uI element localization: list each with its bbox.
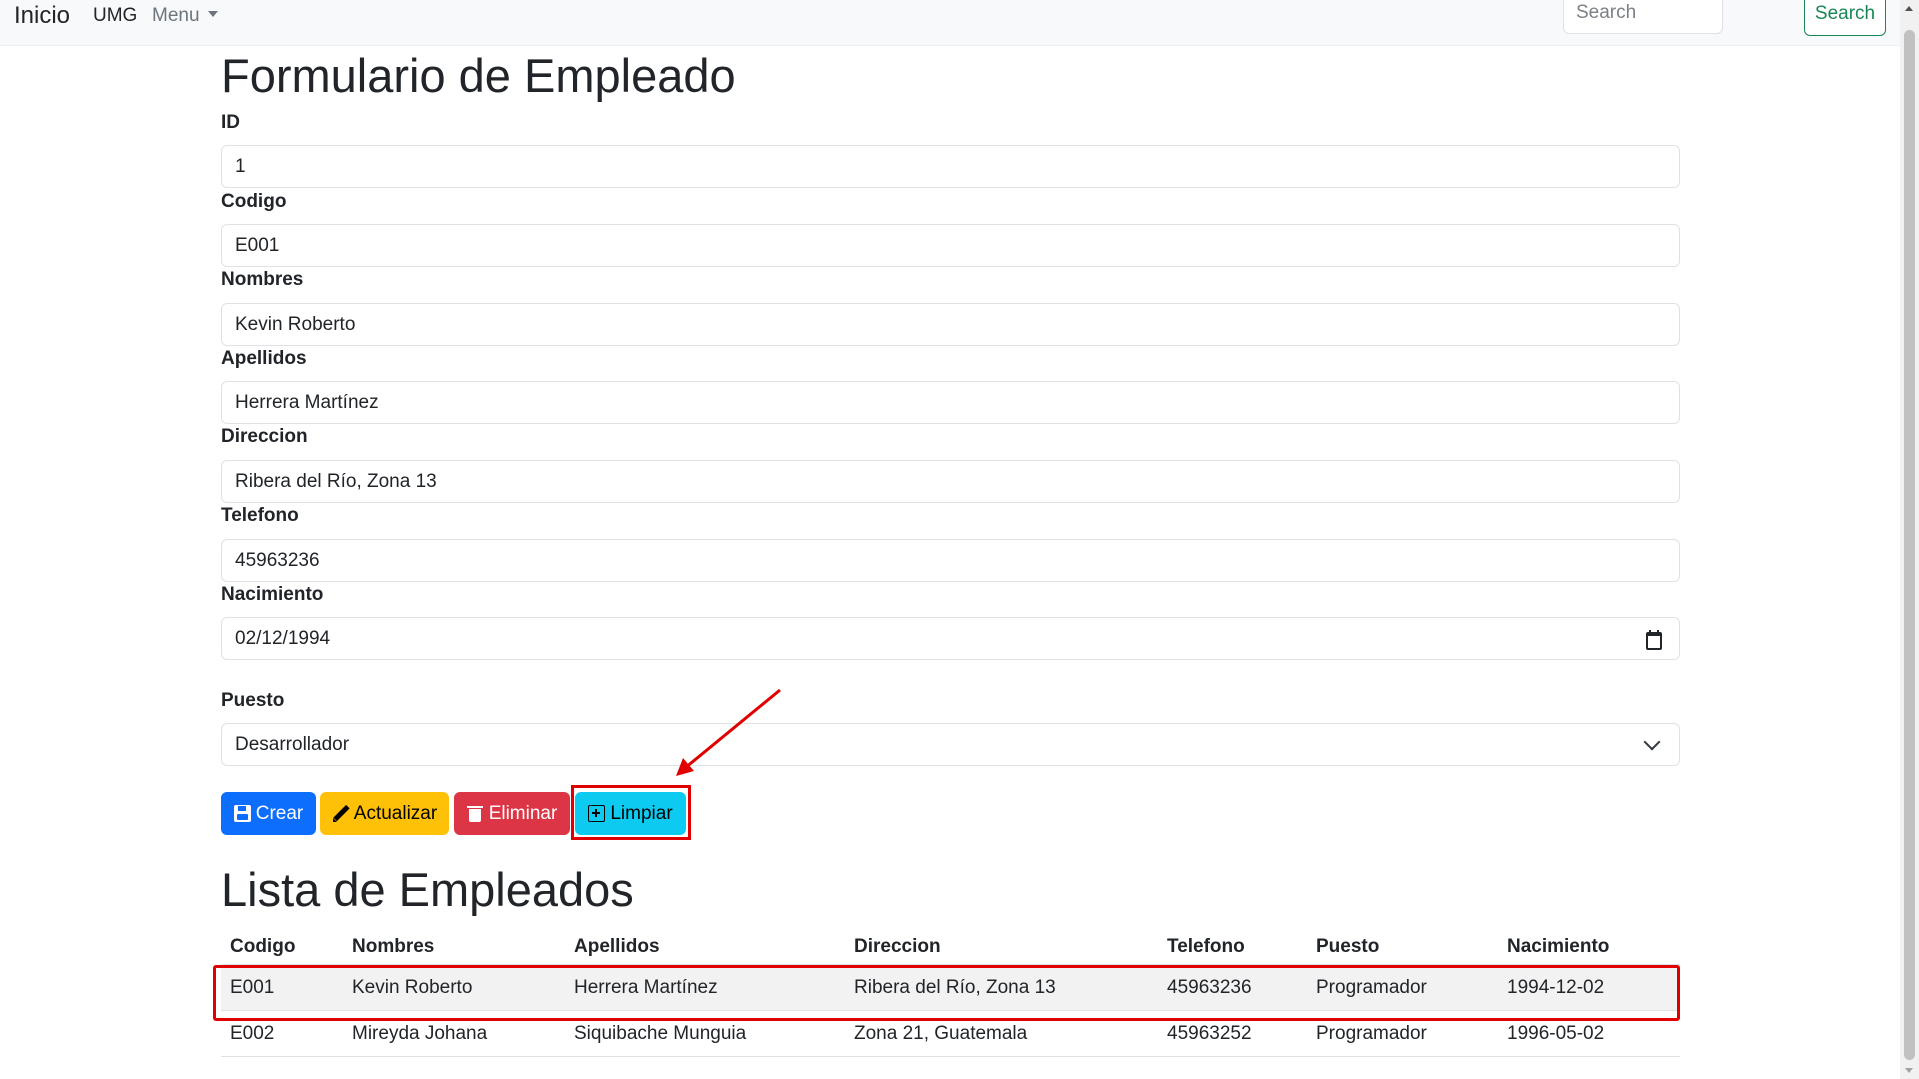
annotation-arrow-icon — [676, 688, 781, 776]
page-scrollbar[interactable] — [1900, 0, 1919, 1079]
scroll-up-arrow-icon[interactable] — [1905, 6, 1913, 11]
scrollbar-thumb[interactable] — [1904, 30, 1915, 1060]
scroll-down-arrow-icon[interactable] — [1905, 1068, 1913, 1073]
